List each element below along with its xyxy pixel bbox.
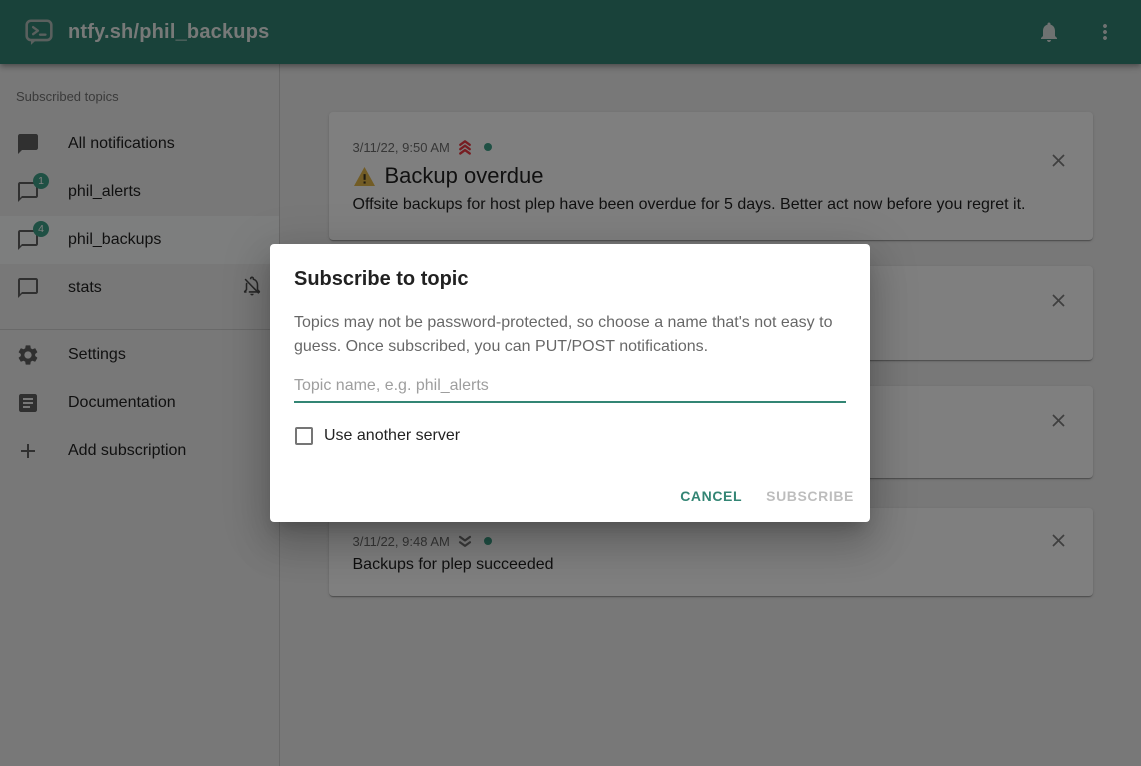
dialog-title: Subscribe to topic bbox=[270, 244, 870, 291]
cancel-button[interactable]: CANCEL bbox=[672, 478, 750, 514]
subscribe-dialog: Subscribe to topic Topics may not be pas… bbox=[270, 244, 870, 522]
dialog-description: Topics may not be password-protected, so… bbox=[294, 311, 846, 359]
checkbox-unchecked-icon[interactable] bbox=[295, 427, 313, 445]
subscribe-button[interactable]: SUBSCRIBE bbox=[758, 478, 862, 514]
use-another-server-option[interactable]: Use another server bbox=[294, 427, 846, 445]
dialog-actions: CANCEL SUBSCRIBE bbox=[672, 478, 862, 514]
checkbox-label: Use another server bbox=[324, 427, 460, 445]
topic-name-input[interactable] bbox=[294, 373, 846, 403]
